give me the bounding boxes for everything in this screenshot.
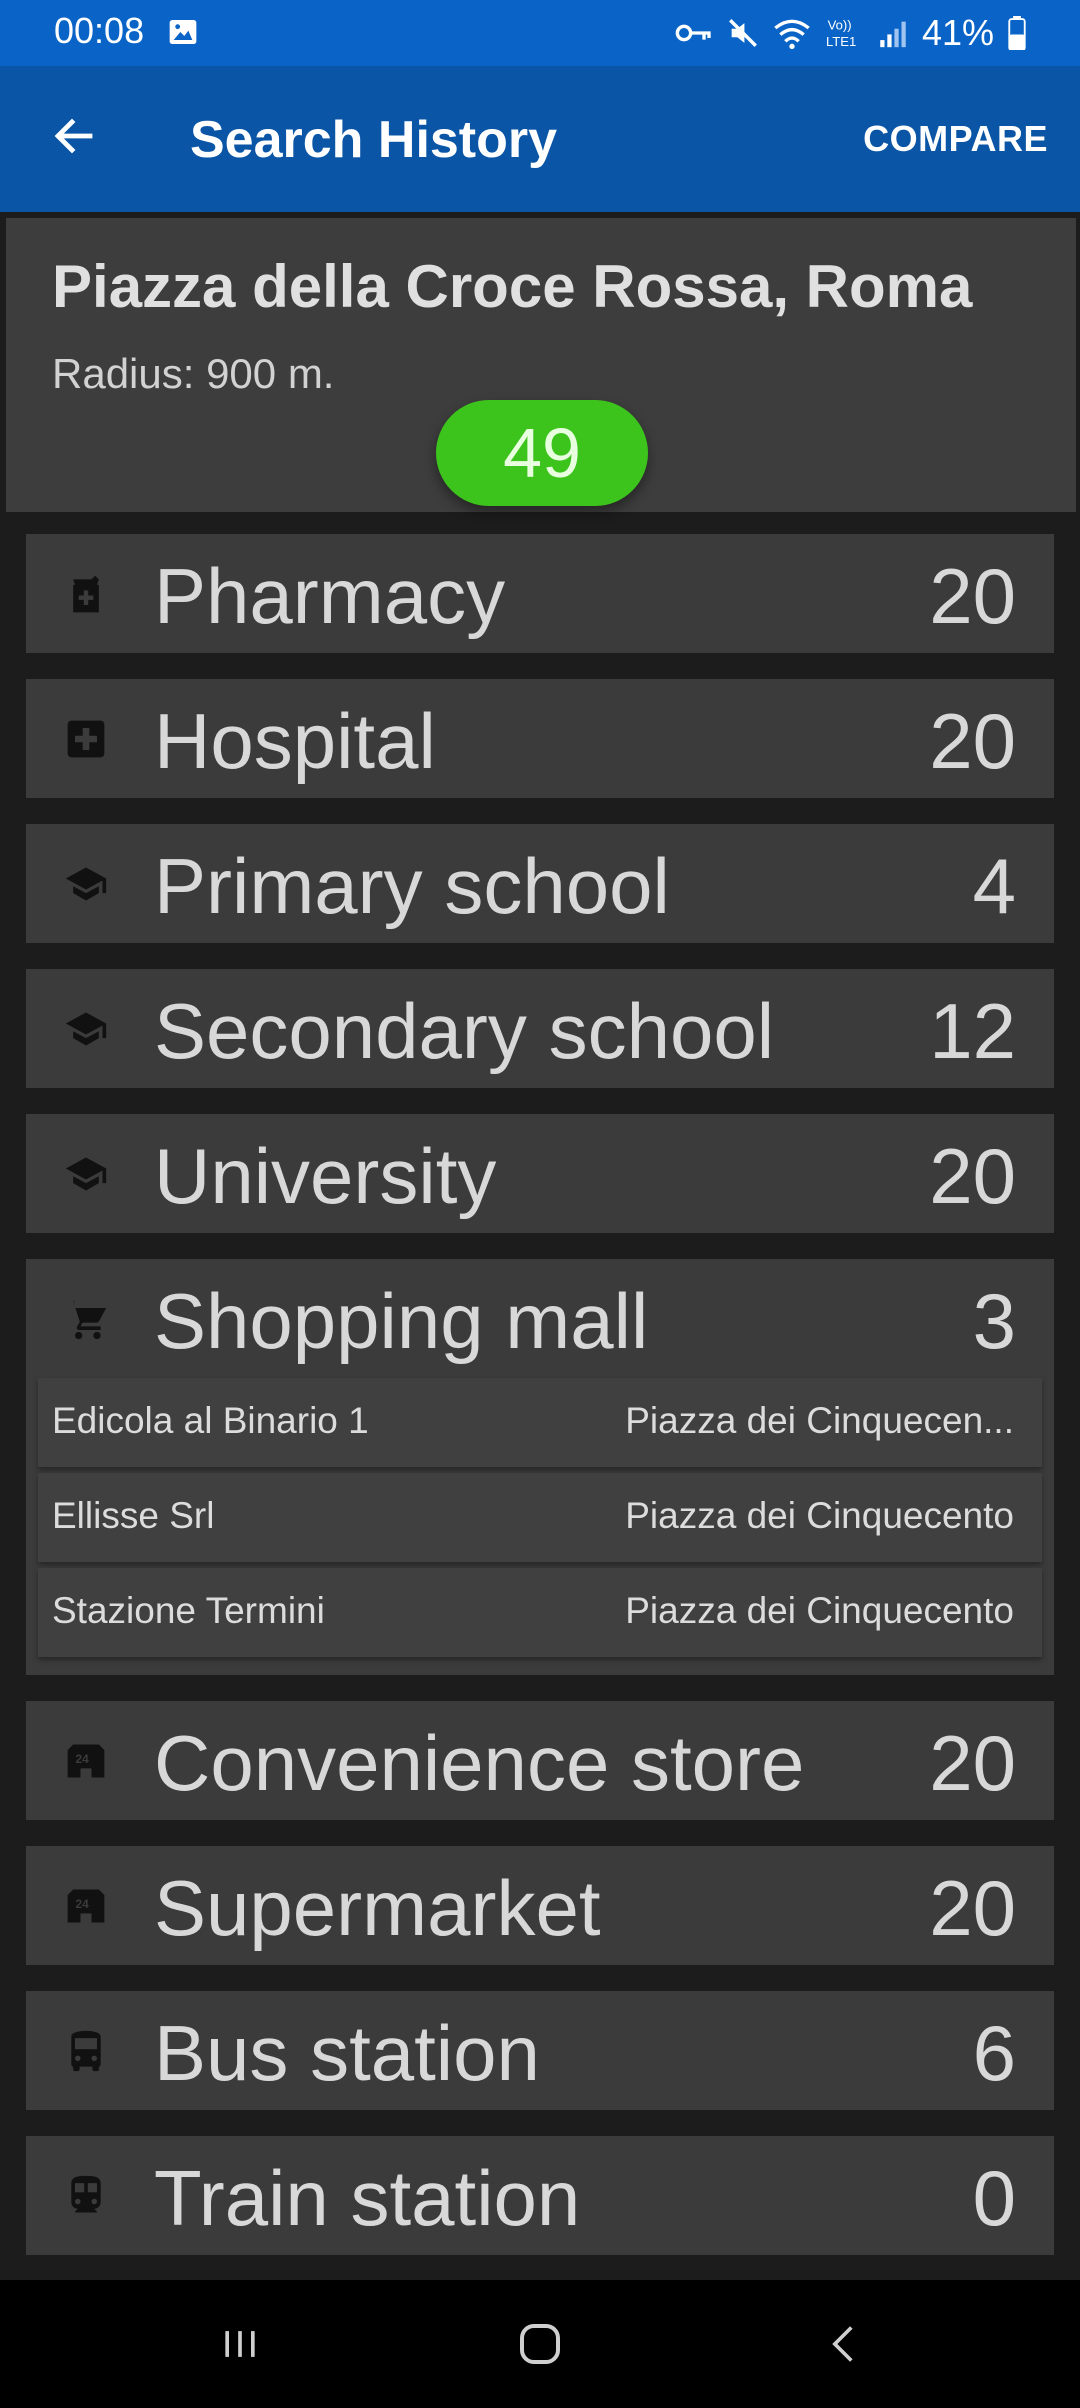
home-icon (520, 2324, 560, 2364)
store-24h-icon: 24 (67, 1744, 105, 1778)
category-label: Shopping mall (154, 1277, 649, 1365)
place-row[interactable]: Stazione Termini Piazza dei Cinquecento (38, 1568, 1042, 1657)
category-primary-school[interactable]: Primary school 4 (26, 824, 1054, 943)
school-icon (65, 1157, 107, 1191)
category-label: Convenience store (154, 1719, 805, 1807)
category-count: 12 (929, 987, 1016, 1075)
place-address: Piazza dei Cinquecen... (625, 1400, 1014, 1441)
category-count: 3 (972, 1277, 1016, 1365)
bus-icon (71, 2030, 101, 2072)
svg-text:Vo)): Vo)) (828, 18, 852, 33)
svg-text:LTE1: LTE1 (826, 34, 856, 49)
place-name: Edicola al Binario 1 (52, 1400, 369, 1441)
school-icon (65, 1012, 107, 1046)
recent-apps-button[interactable] (160, 2280, 320, 2408)
category-label: Train station (154, 2154, 581, 2242)
location-card: Piazza della Croce Rossa, Roma Radius: 9… (6, 218, 1076, 512)
category-count: 20 (929, 552, 1016, 640)
category-label: Supermarket (154, 1864, 601, 1952)
location-title: Piazza della Croce Rossa, Roma (52, 253, 973, 320)
category-count: 20 (929, 1719, 1016, 1807)
category-secondary-school[interactable]: Secondary school 12 (26, 969, 1054, 1088)
category-count: 0 (972, 2154, 1016, 2242)
status-icons: Vo)) LTE1 41% (674, 8, 1028, 58)
back-icon (832, 2326, 853, 2362)
status-time: 00:08 (54, 10, 145, 51)
category-university[interactable]: University 20 (26, 1114, 1054, 1233)
place-address: Piazza dei Cinquecento (625, 1590, 1014, 1631)
wifi-icon (774, 19, 810, 49)
school-icon (65, 867, 107, 901)
vpn-key-icon (675, 24, 711, 42)
back-button[interactable] (44, 106, 104, 166)
app-bar: Search History COMPARE (0, 66, 1080, 212)
category-supermarket[interactable]: 24 Supermarket 20 (26, 1846, 1054, 1965)
category-pharmacy[interactable]: Pharmacy 20 (26, 534, 1054, 653)
category-label: Primary school (154, 842, 670, 930)
category-hospital[interactable]: Hospital 20 (26, 679, 1054, 798)
category-bus-station[interactable]: Bus station 6 (26, 1991, 1054, 2110)
category-count: 4 (972, 842, 1016, 930)
system-back-button[interactable] (764, 2280, 924, 2408)
system-nav-bar (0, 2280, 1080, 2408)
category-count: 20 (929, 697, 1016, 785)
image-icon (169, 20, 197, 44)
compare-button[interactable]: COMPARE (863, 118, 1048, 160)
score-badge: 49 (436, 400, 648, 506)
hospital-icon (67, 720, 105, 758)
category-label: University (154, 1132, 497, 1220)
category-list: Pharmacy 20 Hospital 20 Primary school 4 (26, 534, 1054, 2281)
category-count: 20 (929, 1132, 1016, 1220)
category-label: Bus station (154, 2009, 540, 2097)
svg-text:24: 24 (76, 1752, 90, 1766)
train-icon (71, 2175, 101, 2213)
signal-icon (880, 21, 906, 48)
category-shopping-mall[interactable]: Shopping mall 3 Edicola al Binario 1 Pia… (26, 1259, 1054, 1675)
recent-apps-icon (225, 2331, 255, 2357)
category-convenience-store[interactable]: 24 Convenience store 20 (26, 1701, 1054, 1820)
category-count: 6 (972, 2009, 1016, 2097)
home-button[interactable] (460, 2280, 620, 2408)
place-row[interactable]: Edicola al Binario 1 Piazza dei Cinquece… (38, 1378, 1042, 1467)
pharmacy-icon (73, 575, 99, 613)
place-row[interactable]: Ellisse Srl Piazza dei Cinquecento (38, 1473, 1042, 1562)
volte-icon: Vo)) LTE1 (826, 18, 856, 49)
battery-percent: 41% (921, 12, 994, 53)
place-name: Stazione Termini (52, 1590, 325, 1631)
svg-text:24: 24 (76, 1897, 90, 1911)
radius-text: Radius: 900 m. (52, 350, 335, 397)
category-train-station[interactable]: Train station 0 (26, 2136, 1054, 2255)
battery-icon (1008, 16, 1026, 50)
category-count: 20 (929, 1864, 1016, 1952)
place-address: Piazza dei Cinquecento (625, 1495, 1014, 1536)
category-label: Secondary school (154, 987, 775, 1075)
status-bar: 00:08 Vo)) LTE1 41% (0, 0, 1080, 66)
mute-icon (728, 19, 757, 47)
category-label: Pharmacy (154, 552, 506, 640)
arrow-left-icon (54, 118, 93, 154)
place-name: Ellisse Srl (52, 1495, 215, 1536)
category-label: Hospital (154, 697, 436, 785)
cart-icon (65, 1300, 107, 1340)
page-title: Search History (190, 111, 558, 169)
store-24h-icon: 24 (67, 1889, 105, 1923)
